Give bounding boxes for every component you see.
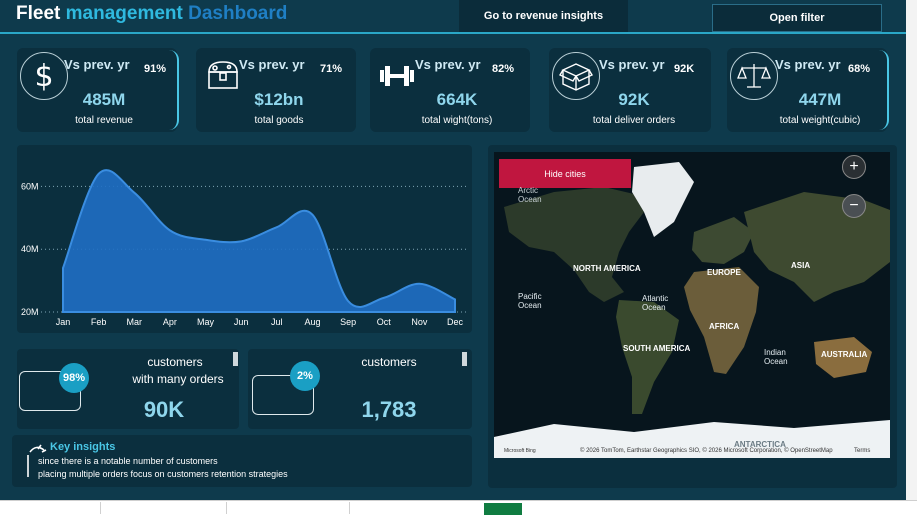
kpi-pct: 91% <box>144 63 167 75</box>
title-word-fleet: Fleet <box>16 3 61 24</box>
kpi-value: 664K <box>436 90 478 109</box>
revenue-area-chart-panel: 20M 40M 60M Jan Feb Mar Apr May Jun Jul Aug Sep Oct… <box>17 145 472 333</box>
kpi-card-orders: Vs prev. yr 92K 92K total deliver orders <box>549 48 711 132</box>
kpi-label: total goods <box>254 115 304 126</box>
active-page-tab[interactable] <box>484 503 522 515</box>
x-tick-label: Mar <box>127 317 143 327</box>
x-tick-label: Jan <box>56 317 71 327</box>
kpi-card-weight-cubic: Vs prev. yr 68% 447M total weight(cubic) <box>727 48 889 132</box>
kpi-card-revenue: $ Vs prev. yr 91% 485M total revenue <box>17 48 179 132</box>
zoom-out-button[interactable]: − <box>842 194 866 218</box>
revenue-area-chart: 20M 40M 60M Jan Feb Mar Apr May Jun Jul Aug Sep Oct… <box>21 169 469 327</box>
customers-value: 1,783 <box>361 397 417 422</box>
kpi-value: 447M <box>798 90 842 109</box>
x-tick-label: Feb <box>91 317 107 327</box>
kpi-card-weight-tons: Vs prev. yr 82% 664K total wight(tons) <box>370 48 530 132</box>
customers-many-orders-card: 98% customers with many orders 90K <box>17 349 239 429</box>
kpi-label: total deliver orders <box>592 115 676 126</box>
kpi-vs-label: Vs prev. yr <box>599 57 665 72</box>
x-tick-label: Sep <box>340 317 356 327</box>
key-insights-title: Key insights <box>50 441 116 453</box>
kpi-vs-label: Vs prev. yr <box>775 57 841 72</box>
kpi-label: total wight(tons) <box>421 115 493 126</box>
y-tick-label: 40M <box>21 244 39 254</box>
page-title: Fleet management Dashboard <box>16 3 287 25</box>
kpi-pct: 68% <box>848 63 871 75</box>
kpi-label: total revenue <box>75 115 133 126</box>
customers-card: 2% customers 1,783 <box>248 349 472 429</box>
x-tick-label: May <box>197 317 215 327</box>
svg-text:$: $ <box>34 59 53 93</box>
x-tick-label: Aug <box>304 317 320 327</box>
go-to-revenue-insights-button[interactable]: Go to revenue insights <box>459 0 628 32</box>
kpi-value: $12bn <box>254 90 304 109</box>
chart-area-fill <box>62 169 456 313</box>
scrollbar[interactable] <box>462 352 467 366</box>
percent-badge: 98% <box>59 363 89 393</box>
map-label-arctic: Arctic Ocean <box>518 186 542 204</box>
kpi-pct: 82% <box>492 63 515 75</box>
map-label-south-america: SOUTH AMERICA <box>623 344 691 353</box>
kpi-vs-label: Vs prev. yr <box>415 57 481 72</box>
page-tab-divider <box>100 502 101 514</box>
hide-cities-button[interactable]: Hide cities <box>499 159 631 188</box>
percent-badge: 2% <box>290 361 320 391</box>
kpi-value: 92K <box>618 90 650 109</box>
customers-title: customers <box>147 355 203 369</box>
insight-text-line-2: placing multiple orders focus on custome… <box>38 469 288 479</box>
x-tick-label: Nov <box>411 317 428 327</box>
x-tick-label: Oct <box>377 317 392 327</box>
x-tick-label: Apr <box>163 317 177 327</box>
map-label-australia: AUSTRALIA <box>821 350 868 359</box>
kpi-vs-label: Vs prev. yr <box>64 57 130 72</box>
title-word-management: management <box>65 3 183 24</box>
x-tick-label: Jul <box>271 317 283 327</box>
x-tick-label: Dec <box>447 317 464 327</box>
customers-value: 90K <box>143 397 185 422</box>
insight-text-line-1: since there is a notable number of custo… <box>38 456 218 466</box>
kpi-vs-label: Vs prev. yr <box>239 57 305 72</box>
zoom-in-button[interactable]: + <box>842 155 866 179</box>
map-terms-link[interactable]: Terms <box>854 447 870 456</box>
world-map[interactable]: Hide cities + − Arctic Ocean NORTH AMERIC… <box>494 152 890 458</box>
map-attribution[interactable]: © 2026 TomTom, Earthstar Geographics SIO… <box>580 447 833 456</box>
world-map-graphic <box>494 152 890 458</box>
title-word-dashboard: Dashboard <box>188 3 288 24</box>
kpi-pct: 92K <box>674 63 695 75</box>
kpi-value: 485M <box>82 90 126 109</box>
kpi-card-accent <box>165 50 179 130</box>
page-tab-divider <box>226 502 227 514</box>
map-label-indian: Indian Ocean <box>764 348 788 366</box>
dashboard: Fleet management Dashboard Go to revenue… <box>0 0 906 500</box>
customers-title: customers <box>361 355 417 369</box>
kpi-label: total weight(cubic) <box>779 115 861 126</box>
y-tick-label: 20M <box>21 307 39 317</box>
scale-icon <box>730 52 778 100</box>
map-label-asia: ASIA <box>791 261 811 270</box>
kpi-card-goods: Vs prev. yr 71% $12bn total goods <box>196 48 356 132</box>
map-label-north-america: NORTH AMERICA <box>573 264 641 273</box>
open-filter-button[interactable]: Open filter <box>712 4 882 32</box>
report-page-tabs-bar <box>0 500 917 515</box>
map-label-atlantic: Atlantic Ocean <box>642 294 669 312</box>
y-tick-label: 60M <box>21 181 39 191</box>
header-divider <box>0 32 906 34</box>
map-label-africa: AFRICA <box>709 322 740 331</box>
bing-logo: Microsoft Bing <box>504 448 536 454</box>
page-tab-divider <box>349 502 350 514</box>
map-label-pacific: Pacific Ocean <box>518 292 542 310</box>
scrollbar[interactable] <box>233 352 238 366</box>
x-tick-label: Jun <box>234 317 249 327</box>
kpi-card-accent <box>875 50 889 130</box>
customers-subtitle: with many orders <box>132 372 224 386</box>
kpi-pct: 71% <box>320 63 343 75</box>
map-label-europe: EUROPE <box>707 268 741 277</box>
